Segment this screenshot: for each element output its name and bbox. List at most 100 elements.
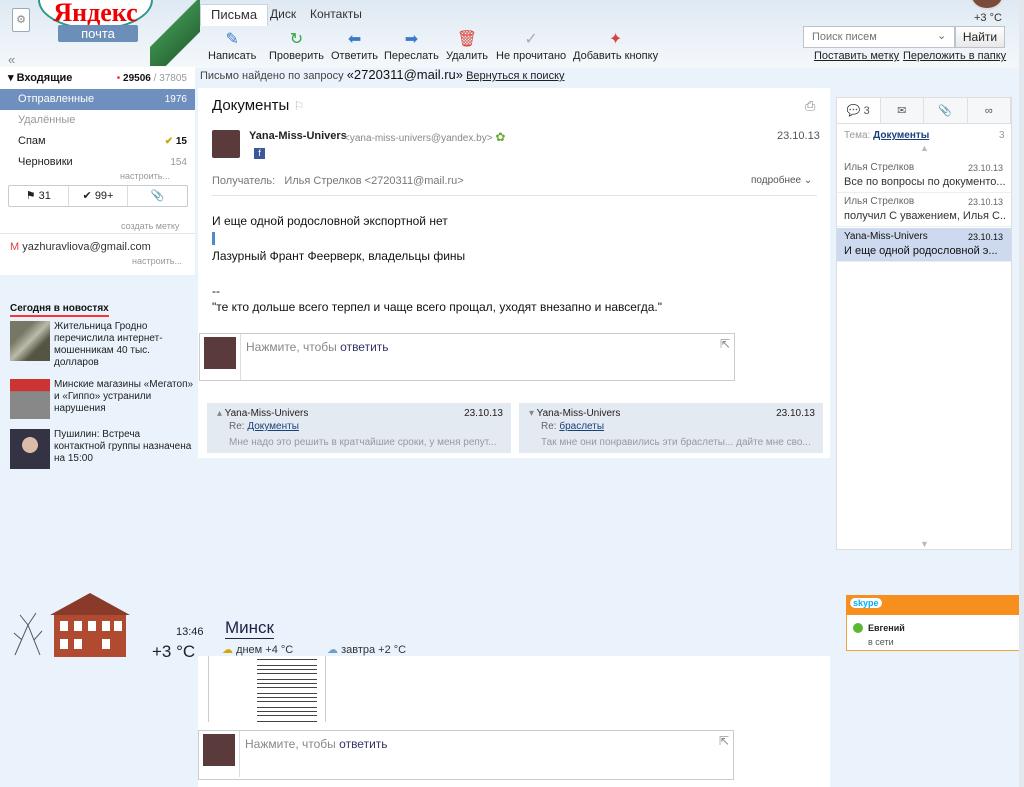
sun-cloud-icon: ☁ (222, 644, 233, 656)
search-button[interactable]: Найти (955, 26, 1005, 48)
search-input[interactable] (803, 26, 955, 48)
thread-list-item[interactable]: Илья Стрелков 23.10.13 получил С уважением… (837, 193, 1011, 227)
facebook-icon[interactable]: f (254, 148, 265, 159)
tab-attachments[interactable]: 📎 (924, 98, 968, 123)
flag-icon[interactable]: ⚐ (294, 99, 305, 113)
mark-unread-button[interactable]: ✓ Не прочитано (496, 30, 566, 62)
sidebar-item-spam[interactable]: Спам ✔ 15 (0, 131, 195, 152)
thread-card-sender: ▾ Yana-Miss-Univers (529, 408, 620, 419)
settings-icon[interactable]: ⚙ (12, 8, 30, 32)
news-text: Жительница Гродно перечислила интернет-м… (54, 321, 163, 368)
forward-button[interactable]: ➡ Переслать (384, 30, 439, 62)
link-icon: ∞ (984, 105, 993, 117)
thread-subject-link[interactable]: Документы (247, 421, 299, 432)
gmail-account[interactable]: M yazhuravliova@gmail.com (10, 241, 151, 253)
body-line: Лазурный Франт Феерверк, владельцы фины (212, 249, 466, 263)
delete-button[interactable]: 🗑 Удалить (446, 30, 488, 62)
sidebar-item-drafts[interactable]: Черновики 154 (0, 152, 195, 173)
flag-icon: ⚑ (25, 190, 36, 202)
configure-folders-link[interactable]: настроить... (120, 171, 170, 181)
thread-card-subject: Re: Документы (229, 421, 299, 432)
reply-placeholder[interactable]: Нажмите, чтобы ответить (245, 737, 388, 751)
sender-name[interactable]: Yana-Miss-Univers (249, 130, 347, 142)
tab-thread[interactable]: 💬 3 (837, 98, 881, 123)
scrollbar[interactable] (1019, 0, 1024, 787)
thread-card[interactable]: ▾ Yana-Miss-Univers 23.10.13 Re: браслет… (519, 403, 823, 453)
reply-link[interactable]: ответить (340, 340, 388, 354)
caret-up-icon[interactable]: ▲ (920, 143, 929, 153)
chevron-down-icon[interactable]: ⌄ (937, 29, 946, 42)
back-to-search-link[interactable]: Вернуться к поиску (466, 70, 564, 82)
my-avatar (204, 337, 236, 369)
thread-card[interactable]: ▴ Yana-Miss-Univers 23.10.13 Re: Докумен… (207, 403, 511, 453)
collapse-sidebar-icon[interactable]: « (8, 52, 15, 67)
news-title[interactable]: Сегодня в новостях (10, 303, 109, 317)
configure-collector-link[interactable]: настроить... (132, 256, 182, 266)
print-icon[interactable]: ⎙ (805, 98, 815, 114)
recipient-value[interactable]: Илья Стрелков <2720311@mail.ru> (284, 175, 463, 187)
spam-count: ✔ 15 (165, 131, 187, 152)
reply-button[interactable]: ⬅ Ответить (331, 30, 378, 62)
thread-card-date: 23.10.13 (776, 408, 815, 419)
thread-subject-link[interactable]: браслеты (559, 421, 604, 432)
tab-letters-icon[interactable]: ✉ (881, 98, 924, 123)
details-toggle[interactable]: подробнее ⌄ (751, 175, 812, 186)
create-label-link[interactable]: создать метку (121, 221, 179, 231)
caret-down-icon[interactable]: ▼ (920, 539, 929, 549)
expand-icon[interactable]: ⇱ (719, 734, 729, 748)
chat-bubble-icon: 💬 (846, 105, 861, 117)
sent-count: 1976 (164, 94, 187, 105)
paperclip-icon: 📎 (938, 105, 953, 117)
sender-email: <yana-miss-univers@yandex.by> ✿ (344, 130, 505, 144)
broom-icon[interactable]: ✔ (165, 136, 173, 147)
compose-button[interactable]: ✎ Написать (208, 30, 256, 62)
quick-reply-box[interactable]: Нажмите, чтобы ответить ⇱ (198, 730, 734, 780)
drafts-label: Черновики (18, 156, 73, 168)
check-mail-button[interactable]: ↻ Проверить (269, 30, 324, 62)
sidebar-item-sent[interactable]: Отправленные 1976 (0, 89, 195, 110)
house-illustration (13, 593, 130, 657)
thread-sender-name: Yana-Miss-Univers (224, 408, 309, 419)
online-status-icon (853, 623, 863, 633)
quick-reply-box[interactable]: Нажмите, чтобы ответить ⇱ (199, 333, 735, 381)
thread-list-item-selected[interactable]: Yana-Miss-Univers 23.10.13 И еще одной род… (837, 228, 1011, 262)
reply-placeholder-text: Нажмите, чтобы (246, 340, 337, 354)
expand-icon[interactable]: ⇱ (720, 337, 730, 351)
sender-email-text: <yana-miss-univers@yandex.by> (344, 133, 493, 144)
checked-filter[interactable]: ✔ 99+ (69, 186, 129, 206)
theme-count: 3 (999, 130, 1005, 141)
attachments-filter[interactable]: 📎 (128, 186, 187, 206)
mail-logo-label[interactable]: почта (58, 25, 138, 42)
add-button-button[interactable]: ✦ Добавить кнопку (573, 30, 658, 62)
news-item[interactable]: Жительница Гродно перечислила интернет-м… (10, 321, 195, 368)
tab-links[interactable]: ∞ (968, 98, 1011, 123)
thread-sender-name: Yana-Miss-Univers (536, 408, 621, 419)
reply-placeholder[interactable]: Нажмите, чтобы ответить (246, 340, 389, 354)
reply-label: Ответить (331, 50, 379, 62)
sidebar-item-deleted[interactable]: Удалённые (0, 110, 195, 131)
sidebar-item-inbox[interactable]: ▾ Входящие • 29506 / 37805 (0, 68, 195, 89)
caret-up-icon: ▴ (217, 408, 223, 419)
flagged-filter[interactable]: ⚑ 31 (9, 186, 69, 206)
tab-letters[interactable]: Письма (200, 4, 269, 26)
flag-count: 31 (38, 190, 51, 202)
move-to-folder-link[interactable]: Переложить в папку (903, 50, 1006, 62)
news-item[interactable]: Минские магазины «Мегатоп» и «Гиппо» уст… (10, 379, 195, 419)
city-link[interactable]: Минск (225, 618, 274, 639)
set-label-link[interactable]: Поставить метку (814, 50, 899, 62)
news-thumbnail (10, 429, 50, 469)
attachment-preview[interactable] (208, 656, 326, 722)
my-avatar (203, 734, 235, 766)
tab-disk[interactable]: Диск (264, 4, 302, 24)
skype-contact-name[interactable]: Евгений (868, 623, 905, 633)
thread-list-item[interactable]: Илья Стрелков 23.10.13 Все по вопросы по д… (837, 159, 1011, 193)
deleted-label: Удалённые (18, 114, 76, 126)
reply-link[interactable]: ответить (339, 737, 387, 751)
news-item[interactable]: Пушилин: Встреча контактной группы назна… (10, 429, 195, 469)
theme-link[interactable]: Документы (873, 130, 929, 141)
trash-icon: 🗑 (456, 31, 478, 48)
thread-count: 3 (863, 105, 870, 117)
chevron-down-icon[interactable]: ▾ (8, 72, 14, 84)
theme-label: Тема: (844, 130, 871, 141)
tab-contacts[interactable]: Контакты (304, 4, 368, 24)
